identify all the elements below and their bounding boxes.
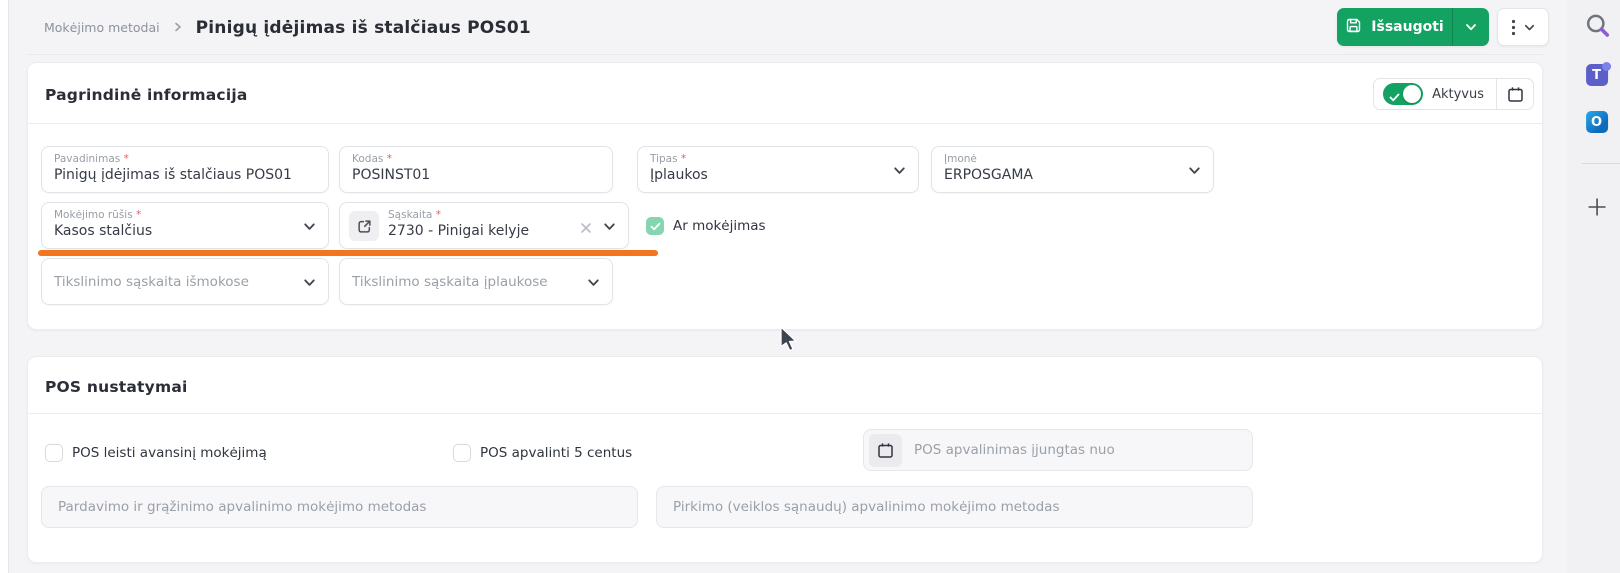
card-header-divider	[28, 413, 1542, 414]
mouse-cursor	[780, 326, 801, 358]
save-button-label: Išsaugoti	[1371, 19, 1443, 35]
kodas-label: Kodas	[352, 153, 383, 165]
active-toggle-label: Aktyvus	[1432, 87, 1484, 102]
teams-glyph: T	[1592, 68, 1601, 83]
right-icon-rail: T O	[1567, 0, 1620, 573]
rail-divider	[1582, 163, 1620, 164]
save-dropdown-button[interactable]	[1452, 8, 1489, 46]
tikslinimo-ismokose-placeholder: Tikslinimo sąskaita išmokose	[54, 274, 249, 290]
kodas-field[interactable]: Kodas * POSINST01	[339, 146, 613, 193]
save-split-button: Išsaugoti	[1337, 8, 1489, 46]
save-button[interactable]: Išsaugoti	[1337, 8, 1452, 46]
saskaita-label: Sąskaita	[388, 209, 432, 221]
history-calendar-button[interactable]	[1497, 78, 1533, 110]
imone-select[interactable]: Įmonė ERPOSGAMA	[931, 146, 1214, 193]
card-header-divider	[28, 123, 1542, 124]
checkbox-unchecked-icon[interactable]	[453, 444, 471, 462]
toggle-knob	[1403, 85, 1421, 103]
ms-outlook-icon[interactable]: O	[1586, 111, 1608, 133]
chevron-down-icon	[586, 275, 601, 294]
required-asterisk: *	[436, 209, 441, 221]
mokejimo-rusis-select[interactable]: Mokėjimo rūšis * Kasos stalčius	[41, 202, 329, 249]
pos-card-title: POS nustatymai	[45, 378, 188, 396]
required-asterisk: *	[387, 153, 392, 165]
saskaita-select[interactable]: Sąskaita * 2730 - Pinigai kelyje	[339, 202, 629, 249]
toggle-check-icon	[1389, 88, 1400, 107]
imone-label: Įmonė	[944, 153, 977, 165]
orange-highlight-line	[38, 250, 658, 256]
status-pill: Aktyvus	[1373, 78, 1534, 110]
pos-apvalinimas-nuo-placeholder: POS apvalinimas įjungtas nuo	[914, 442, 1115, 458]
calendar-icon	[1507, 86, 1524, 103]
topbar-divider	[27, 54, 1543, 55]
breadcrumb-chevron-icon	[172, 18, 184, 37]
save-icon	[1345, 17, 1362, 38]
chevron-down-icon	[302, 275, 317, 294]
chevron-down-icon	[1464, 20, 1478, 34]
open-record-button[interactable]	[349, 211, 379, 241]
toggle-switch-on[interactable]	[1383, 83, 1423, 105]
pos-apvalinti-label: POS apvalinti 5 centus	[480, 445, 632, 461]
tipas-value: Įplaukos	[650, 167, 906, 183]
search-icon[interactable]	[1584, 12, 1611, 43]
chevron-down-icon	[1523, 21, 1536, 34]
app-window: Mokėjimo metodai Pinigų įdėjimas iš stal…	[0, 0, 1620, 573]
tipas-select[interactable]: Tipas * Įplaukos	[637, 146, 919, 193]
kebab-menu-icon	[1511, 19, 1516, 36]
imone-value: ERPOSGAMA	[944, 167, 1201, 183]
calendar-icon	[877, 442, 894, 459]
required-asterisk: *	[681, 153, 686, 165]
ar-mokejimas-label: Ar mokėjimas	[673, 218, 766, 234]
pardavimo-apvalinimo-placeholder: Pardavimo ir grąžinimo apvalinimo mokėji…	[58, 499, 426, 515]
checkbox-checked-icon[interactable]	[646, 217, 664, 235]
pos-apvalinimas-nuo-datepicker[interactable]: POS apvalinimas įjungtas nuo	[863, 429, 1253, 471]
pirkimo-apvalinimo-metodas-field[interactable]: Pirkimo (veiklos sąnaudų) apvalinimo mok…	[656, 486, 1253, 528]
chevron-down-icon	[892, 163, 907, 182]
pos-settings-card: POS nustatymai POS leisti avansinį mokėj…	[27, 356, 1543, 563]
tikslinimo-iplaukose-select[interactable]: Tikslinimo sąskaita įplaukose	[339, 258, 613, 305]
required-asterisk: *	[136, 209, 141, 221]
chevron-down-icon	[602, 219, 617, 238]
collapsed-left-sidebar	[0, 0, 9, 573]
breadcrumb: Mokėjimo metodai Pinigų įdėjimas iš stal…	[44, 0, 531, 55]
ar-mokejimas-checkbox[interactable]: Ar mokėjimas	[646, 217, 766, 235]
pirkimo-apvalinimo-placeholder: Pirkimo (veiklos sąnaudų) apvalinimo mok…	[673, 499, 1060, 515]
external-link-icon	[357, 219, 372, 234]
calendar-icon-square	[869, 434, 902, 467]
chevron-down-icon	[302, 219, 317, 238]
pavadinimas-label: Pavadinimas	[54, 153, 120, 165]
clear-icon[interactable]	[580, 219, 592, 238]
tipas-label: Tipas	[650, 153, 678, 165]
pos-apvalinti-checkbox[interactable]: POS apvalinti 5 centus	[453, 444, 632, 462]
page-title: Pinigų įdėjimas iš stalčiaus POS01	[196, 18, 531, 38]
general-info-card: Pagrindinė informacija Aktyvus	[27, 62, 1543, 330]
pavadinimas-value: Pinigų įdėjimas iš stalčiaus POS01	[54, 167, 316, 183]
breadcrumb-link-payment-methods[interactable]: Mokėjimo metodai	[44, 20, 160, 35]
pavadinimas-field[interactable]: Pavadinimas * Pinigų įdėjimas iš stalčia…	[41, 146, 329, 193]
active-toggle[interactable]: Aktyvus	[1374, 83, 1496, 105]
chevron-down-icon	[1187, 163, 1202, 182]
pardavimo-apvalinimo-metodas-field[interactable]: Pardavimo ir grąžinimo apvalinimo mokėji…	[41, 486, 638, 528]
more-actions-button[interactable]	[1497, 8, 1549, 46]
required-asterisk: *	[124, 153, 129, 165]
general-card-title: Pagrindinė informacija	[45, 86, 248, 104]
top-bar: Mokėjimo metodai Pinigų įdėjimas iš stal…	[27, 0, 1543, 55]
tikslinimo-iplaukose-placeholder: Tikslinimo sąskaita įplaukose	[352, 274, 548, 290]
ms-teams-icon[interactable]: T	[1586, 64, 1608, 86]
add-plus-icon[interactable]	[1586, 196, 1608, 222]
pos-avansinis-checkbox[interactable]: POS leisti avansinį mokėjimą	[45, 444, 267, 462]
outlook-glyph: O	[1591, 115, 1602, 130]
mokejimo-rusis-label: Mokėjimo rūšis	[54, 209, 133, 221]
pos-avansinis-label: POS leisti avansinį mokėjimą	[72, 445, 267, 461]
kodas-value: POSINST01	[352, 167, 600, 183]
mokejimo-rusis-value: Kasos stalčius	[54, 223, 316, 239]
tikslinimo-ismokose-select[interactable]: Tikslinimo sąskaita išmokose	[41, 258, 329, 305]
checkbox-unchecked-icon[interactable]	[45, 444, 63, 462]
